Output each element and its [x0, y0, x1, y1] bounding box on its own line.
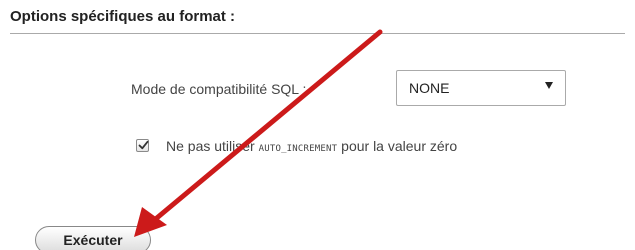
checkmark-icon	[138, 140, 149, 150]
section-title: Options spécifiques au format :	[10, 8, 236, 25]
label-text-after: pour la valeur zéro	[337, 138, 458, 154]
sql-compat-mode-value: NONE	[409, 80, 450, 96]
chevron-down-icon	[545, 82, 553, 89]
label-text-before: Ne pas utiliser	[166, 138, 259, 154]
auto-increment-keyword: AUTO_INCREMENT	[258, 144, 338, 154]
annotation-arrow-shaft	[149, 29, 383, 225]
red-arrow-icon	[134, 29, 383, 237]
section-divider	[10, 33, 625, 34]
sql-compat-mode-label: Mode de compatibilité SQL :	[131, 81, 307, 97]
sql-compat-mode-select[interactable]: NONE	[396, 70, 566, 106]
export-options-panel: Options spécifiques au format : Mode de …	[0, 0, 635, 250]
execute-button[interactable]: Exécuter	[35, 226, 151, 250]
auto-increment-checkbox[interactable]	[136, 139, 149, 152]
auto-increment-option-label: Ne pas utiliser AUTO_INCREMENT pour la v…	[166, 138, 457, 154]
